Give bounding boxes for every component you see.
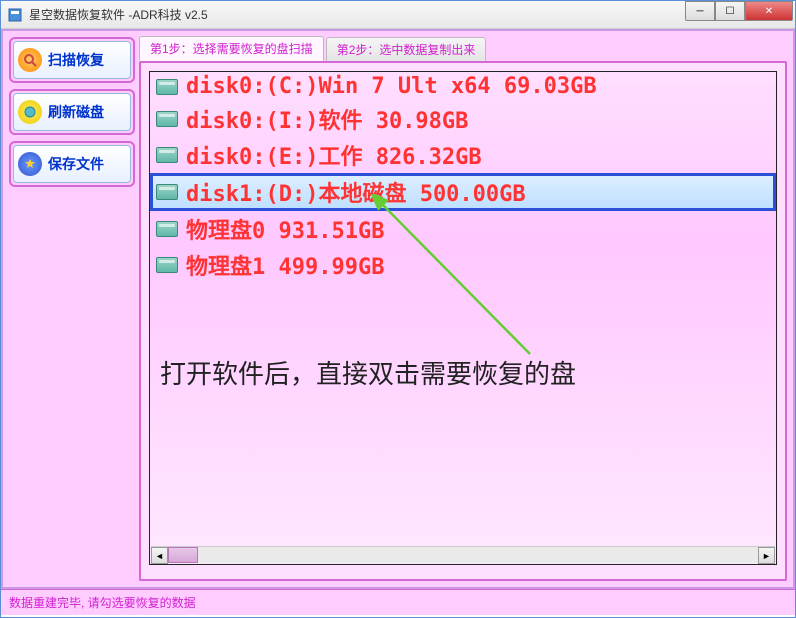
scan-recover-button[interactable]: 扫描恢复: [13, 41, 131, 79]
maximize-button[interactable]: ☐: [715, 1, 745, 21]
minimize-button[interactable]: ─: [685, 1, 715, 21]
disk-row[interactable]: disk0:(C:)Win 7 Ult x64 69.03GB: [150, 72, 776, 101]
sidebar-panel-refresh: 刷新磁盘: [9, 89, 135, 135]
sidebar-panel-scan: 扫描恢复: [9, 37, 135, 83]
content-area: 扫描恢复 刷新磁盘 保存文件: [1, 29, 795, 589]
disk-row[interactable]: 物理盘1 499.99GB: [150, 247, 776, 283]
disk-row[interactable]: 物理盘0 931.51GB: [150, 211, 776, 247]
save-icon: [18, 152, 42, 176]
disk-text: disk0:(E:)工作 826.32GB: [186, 139, 482, 171]
disk-text: 物理盘1 499.99GB: [186, 249, 384, 281]
tab-bar: 第1步：选择需要恢复的盘扫描 第2步：选中数据复制出来: [139, 37, 787, 61]
close-button[interactable]: ✕: [745, 1, 793, 21]
app-icon: [7, 7, 23, 23]
status-text: 数据重建完毕, 请勾选要恢复的数据: [9, 596, 196, 610]
disk-row-selected[interactable]: disk1:(D:)本地磁盘 500.00GB: [150, 173, 776, 211]
refresh-icon: [18, 100, 42, 124]
disk-list: disk0:(C:)Win 7 Ult x64 69.03GB disk0:(I…: [149, 71, 777, 565]
tab-step1[interactable]: 第1步：选择需要恢复的盘扫描: [139, 36, 324, 61]
instruction-text: 打开软件后，直接双击需要恢复的盘: [160, 354, 576, 391]
scroll-left-button[interactable]: ◄: [151, 547, 168, 564]
scan-label: 扫描恢复: [48, 50, 104, 70]
scroll-track[interactable]: [168, 547, 758, 563]
refresh-disk-button[interactable]: 刷新磁盘: [13, 93, 131, 131]
status-bar: 数据重建完毕, 请勾选要恢复的数据: [1, 589, 795, 615]
disk-text: disk0:(I:)软件 30.98GB: [186, 103, 468, 135]
disk-text: disk0:(C:)Win 7 Ult x64 69.03GB: [186, 74, 597, 99]
scroll-right-button[interactable]: ►: [758, 547, 775, 564]
disk-text: 物理盘0 931.51GB: [186, 213, 384, 245]
main-panel: 第1步：选择需要恢复的盘扫描 第2步：选中数据复制出来 disk0:(C:)Wi…: [139, 37, 787, 581]
sidebar-panel-save: 保存文件: [9, 141, 135, 187]
app-window: 星空数据恢复软件 -ADR科技 v2.5 ─ ☐ ✕ 扫描恢复: [0, 0, 796, 618]
disk-icon: [156, 147, 178, 163]
disk-icon: [156, 79, 178, 95]
window-controls: ─ ☐ ✕: [685, 1, 793, 21]
tab-step2[interactable]: 第2步：选中数据复制出来: [326, 37, 487, 61]
save-file-button[interactable]: 保存文件: [13, 145, 131, 183]
horizontal-scrollbar[interactable]: ◄ ►: [151, 546, 775, 563]
titlebar: 星空数据恢复软件 -ADR科技 v2.5 ─ ☐ ✕: [1, 1, 795, 29]
disk-row[interactable]: disk0:(E:)工作 826.32GB: [150, 137, 776, 173]
disk-icon: [156, 184, 178, 200]
disk-text: disk1:(D:)本地磁盘 500.00GB: [186, 176, 526, 208]
disk-row[interactable]: disk0:(I:)软件 30.98GB: [150, 101, 776, 137]
step1-panel: disk0:(C:)Win 7 Ult x64 69.03GB disk0:(I…: [139, 61, 787, 581]
refresh-label: 刷新磁盘: [48, 102, 104, 122]
disk-icon: [156, 257, 178, 273]
disk-icon: [156, 111, 178, 127]
sidebar: 扫描恢复 刷新磁盘 保存文件: [9, 37, 135, 581]
window-title: 星空数据恢复软件 -ADR科技 v2.5: [29, 6, 795, 23]
disk-icon: [156, 221, 178, 237]
scan-icon: [18, 48, 42, 72]
scroll-thumb[interactable]: [168, 547, 198, 563]
save-label: 保存文件: [48, 154, 104, 174]
